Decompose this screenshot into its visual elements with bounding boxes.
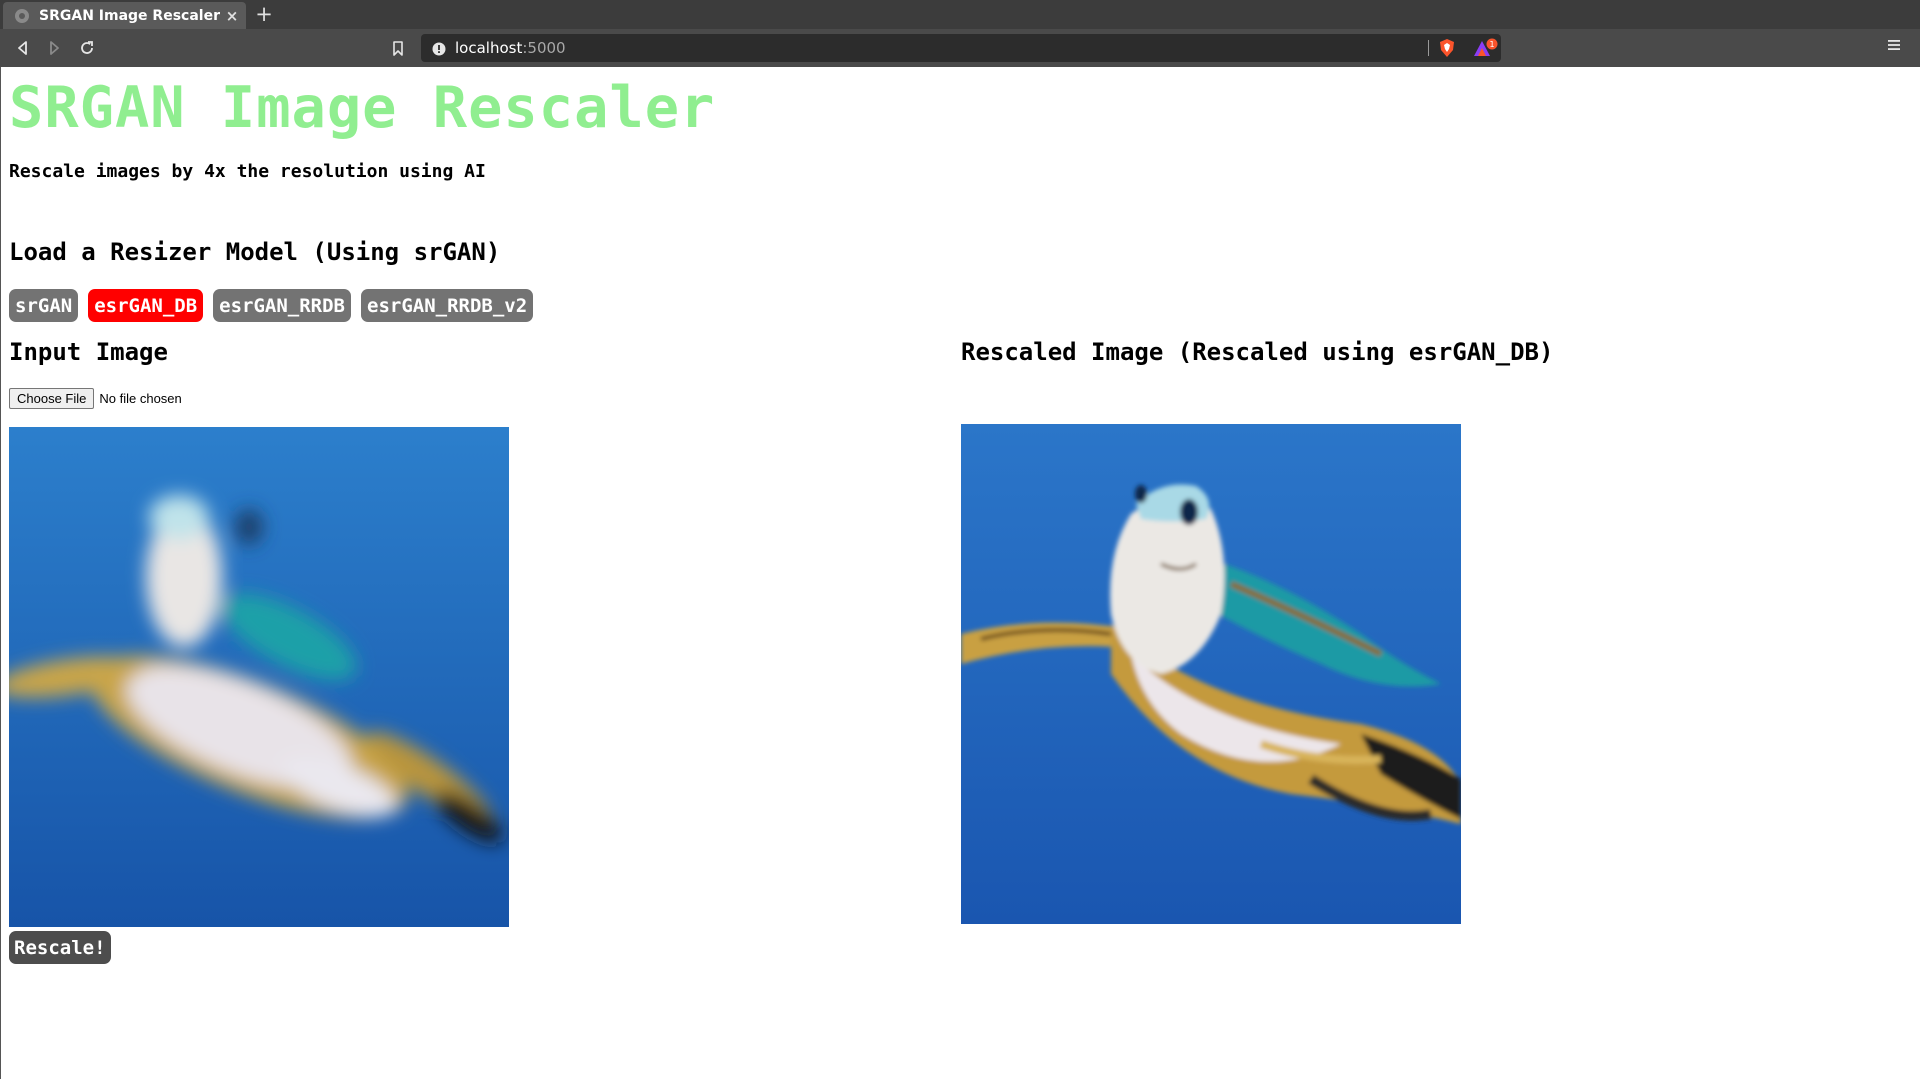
model-button-group: srGAN esrGAN_DB esrGAN_RRDB esrGAN_RRDB_… [9, 289, 534, 322]
choose-file-button[interactable]: Choose File [9, 388, 95, 409]
rescale-button[interactable]: Rescale! [9, 931, 111, 964]
no-file-text: No file chosen [99, 391, 182, 406]
new-tab-button[interactable]: + [253, 3, 275, 25]
brave-shield-icon[interactable] [1437, 38, 1457, 58]
input-image [9, 427, 509, 927]
url-text: localhost:5000 [455, 34, 566, 62]
forward-arrow-icon[interactable] [43, 37, 65, 59]
hamburger-menu-icon[interactable] [1887, 37, 1909, 59]
tab-strip: SRGAN Image Rescaler × + [0, 0, 1920, 29]
rewards-badge: 1 [1489, 40, 1494, 49]
model-button-esrgan-rrdb[interactable]: esrGAN_RRDB [213, 289, 351, 322]
model-button-esrgan-db[interactable]: esrGAN_DB [88, 289, 204, 322]
tab-title: SRGAN Image Rescaler [39, 7, 220, 24]
page-title: SRGAN Image Rescaler [9, 75, 716, 141]
input-image-heading: Input Image [9, 338, 168, 366]
browser-toolbar: localhost:5000 1 [0, 29, 1920, 67]
back-arrow-icon[interactable] [12, 37, 34, 59]
address-bar[interactable]: localhost:5000 1 [421, 34, 1501, 62]
model-button-esrgan-rrdb-v2[interactable]: esrGAN_RRDB_v2 [361, 289, 534, 322]
file-input[interactable]: Choose File No file chosen [9, 388, 182, 409]
globe-icon [15, 8, 29, 23]
page-subtitle: Rescale images by 4x the resolution usin… [9, 161, 486, 182]
reload-icon[interactable] [76, 37, 98, 59]
info-icon[interactable] [432, 41, 446, 60]
url-port: :5000 [522, 39, 566, 57]
url-host: localhost [455, 39, 523, 57]
bookmark-icon[interactable] [387, 37, 409, 59]
brave-rewards-icon[interactable]: 1 [1472, 38, 1500, 58]
url-divider [1428, 40, 1429, 56]
model-heading: Load a Resizer Model (Using srGAN) [9, 238, 501, 266]
rescaled-image-heading: Rescaled Image (Rescaled using esrGAN_DB… [961, 338, 1554, 366]
model-button-srgan[interactable]: srGAN [9, 289, 79, 322]
tab-close-icon[interactable]: × [222, 7, 242, 25]
rescaled-image [961, 424, 1461, 924]
browser-tab[interactable]: SRGAN Image Rescaler × [3, 2, 246, 29]
page-content: SRGAN Image Rescaler Rescale images by 4… [0, 67, 1920, 1079]
